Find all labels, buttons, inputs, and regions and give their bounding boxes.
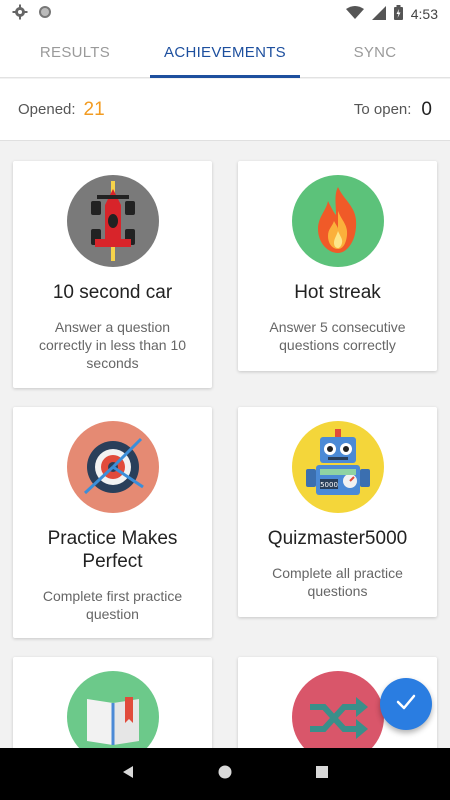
achievement-card-practice-makes-perfect[interactable]: Practice Makes Perfect Complete first pr… [13,407,212,638]
wifi-icon [345,5,364,23]
achievement-card-hot-streak[interactable]: Hot streak Answer 5 consecutive question… [238,161,437,371]
achievement-title: Hot streak [294,282,381,303]
clock: 4:53 [410,6,438,22]
status-bar: 4:53 [0,0,450,28]
home-icon[interactable] [217,764,233,785]
opened-value: 21 [83,98,105,120]
check-icon [395,691,417,718]
achievement-card-quizmaster5000[interactable]: 5000 Quizmaster5000 Complete all practic… [238,407,437,617]
achievement-description: Complete first practice question [42,588,183,622]
recents-icon[interactable] [314,764,330,785]
svg-text:5000: 5000 [320,481,338,489]
opened-label: Opened: [18,101,76,118]
target-icon [66,421,159,513]
achievement-counts: Opened: 21 To open: 0 [0,79,450,141]
achievement-description: Answer 5 consecutive questions correctly [269,319,406,353]
confirm-fab-button[interactable] [380,678,432,730]
toopen-value: 0 [421,98,432,120]
back-icon[interactable] [120,764,136,785]
circle-icon [38,5,52,24]
achievement-card-10-second-car[interactable]: 10 second car Answer a question correctl… [13,161,212,388]
toopen-label: To open: [353,101,412,118]
tab-sync[interactable]: SYNC [300,28,450,77]
robot-icon: 5000 [291,421,384,513]
tab-results[interactable]: RESULTS [0,28,150,77]
tab-achievements[interactable]: ACHIEVEMENTS [150,28,300,78]
signal-icon [371,5,386,23]
race-car-icon [66,175,159,267]
tab-bar: RESULTS ACHIEVEMENTS SYNC [0,28,450,78]
battery-icon [393,5,403,23]
achievement-title: Quizmaster5000 [267,528,408,549]
achievement-title: 10 second car [52,282,173,303]
fire-icon [291,175,384,267]
system-nav-bar [0,748,450,800]
achievement-description: Complete all practice questions [272,565,403,599]
achievement-title: Practice Makes Perfect [47,528,178,572]
gear-icon [12,4,28,25]
achievement-description: Answer a question correctly in less than… [38,319,187,371]
